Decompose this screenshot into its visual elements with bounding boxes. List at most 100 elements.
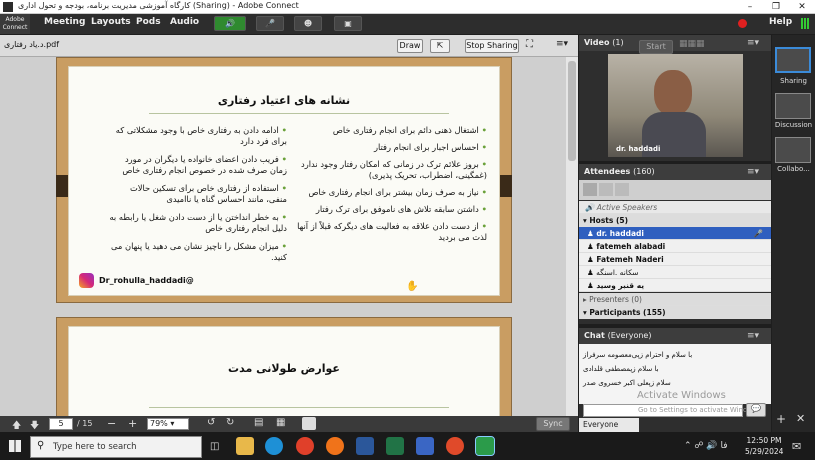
attendee-name: Fatemeh Naderi [596,255,664,264]
bullet-item: • استفاده از رفتاری خاص برای تسکین حالات… [129,183,287,204]
layout-collaboration-label[interactable]: Collabo... [772,165,815,173]
rotate-right-icon[interactable]: ↻ [226,417,234,428]
chat-recipient-tab[interactable]: Everyone [579,418,639,432]
list-view-icon[interactable] [583,183,597,196]
menu-audio[interactable]: Audio [170,17,199,27]
chat-input[interactable]: Go to Settings to activate Windows. [583,404,763,417]
title-bar: کارگاه آموزشی مدیریت برنامه، بودجه و تحو… [0,0,815,14]
stop-sharing-button[interactable]: Stop Sharing [465,39,519,53]
video-pod: Video (1) Start ▦▦▦ ≡▾ dr. haddadi [579,35,771,161]
attendee-row[interactable]: ♟ dr. haddadi 🎤 [579,227,771,240]
layout-collaboration-thumb[interactable] [775,137,811,163]
task-view-icon[interactable]: ◫ [210,441,219,452]
pointer-button[interactable]: ⇱ [430,39,450,53]
page-input[interactable]: 5 [49,418,73,430]
zoom-in-icon[interactable]: + [128,417,137,430]
pod-menu-icon[interactable]: ≡▾ [556,39,568,49]
participants-group[interactable]: ▾ Participants (155) [579,306,771,319]
slide-page: نشانه های اعتیاد رفتاری • اشتغال ذهنی دا… [68,66,500,296]
menu-layouts[interactable]: Layouts [91,17,131,27]
grid-view-icon[interactable] [599,183,613,196]
help-menu[interactable]: Help [769,17,792,27]
fit-page-icon[interactable]: ▤ [254,417,263,428]
bullet-text: از دست دادن علاقه به فعالیت های دیگرکه ق… [297,221,487,242]
close-rail-icon[interactable]: ✕ [796,412,805,425]
app-icon-red[interactable] [446,437,464,455]
windows-start-icon[interactable] [9,440,21,452]
adobe-connect-taskbar-icon[interactable] [475,436,495,456]
fit-width-icon[interactable]: ▦ [276,417,285,428]
attendee-row[interactable]: ♟ Fatemeh Naderi [579,253,771,266]
fullscreen-icon[interactable]: ⛶ [526,39,533,50]
menu-meeting[interactable]: Meeting [44,17,85,27]
chat-menu-icon[interactable]: ≡▾ [747,331,759,341]
scrollbar-thumb[interactable] [568,61,576,161]
bullet-text: فریب دادن اعضای خانواده یا دیگران در مور… [122,154,287,175]
user-status-icon[interactable]: ☻ [294,16,322,31]
hand-cursor-icon: ✋ [406,281,419,292]
bullet-text: نیاز به صرف زمان بیشتر برای انجام رفتاری… [308,187,479,197]
firefox-icon[interactable] [326,437,344,455]
clock[interactable]: 12:50 PM 5/29/2024 [745,436,783,456]
minimize-button[interactable]: – [737,0,763,14]
zoom-select[interactable]: 79% ▾ [147,418,189,430]
window-title: کارگاه آموزشی مدیریت برنامه، بودجه و تحو… [18,1,299,10]
right-column: • اشتغال ذهنی دائم برای انجام رفتاری خاص… [287,125,487,243]
rotate-left-icon[interactable]: ↺ [207,417,215,428]
speaker-button[interactable]: 🔊 [214,16,246,31]
attendee-row[interactable]: ♟ یه قنبر وسید [579,279,771,292]
video-count: (1) [612,38,624,47]
chat-message: با سلام زپمصطفی قلدادی [583,365,659,373]
file-explorer-icon[interactable] [236,437,254,455]
video-pod-header: Video (1) [579,35,771,51]
video-menu-icon[interactable]: ≡▾ [747,38,759,48]
record-icon[interactable] [738,19,747,28]
app-icon [3,2,13,12]
bullet-text: بروز علائم ترک در زمانی که امکان رفتار و… [301,159,487,180]
active-speakers-label: Active Speakers [596,203,658,212]
attendee-name: fatemeh alabadi [596,242,666,251]
active-speakers: 🔊 Active Speakers [579,201,771,214]
microphone-icon[interactable]: 🎤 [256,16,284,31]
video-title: Video [584,38,610,47]
video-feed[interactable]: dr. haddadi [608,54,743,157]
bullet-item: • اشتغال ذهنی دائم برای انجام رفتاری خاص [332,125,487,135]
add-layout-icon[interactable]: + [776,412,786,426]
word-icon[interactable] [356,437,374,455]
notification-icon[interactable]: ✉ [792,440,801,453]
attendees-menu-icon[interactable]: ≡▾ [747,167,759,177]
share-pod-header: د.یاد رفتاری.pdf Draw ⇱ Stop Sharing ⛶ ≡… [0,35,578,57]
sync-button[interactable]: Sync [536,417,570,431]
system-tray-icons[interactable]: ⌃ ☍ 🔊 فا [684,441,728,451]
logo-text: Adobe [5,16,25,23]
edge-icon[interactable] [265,437,283,455]
excel-icon[interactable] [386,437,404,455]
vertical-scrollbar[interactable] [566,57,578,416]
video-options-icon[interactable]: ▦▦▦ [679,39,705,49]
draw-button[interactable]: Draw [397,39,423,53]
maximize-button[interactable]: ❐ [763,0,789,14]
app-icon-blue[interactable] [416,437,434,455]
status-view-icon[interactable] [615,183,629,196]
hosts-group[interactable]: ▾ Hosts (5) [579,214,771,227]
layout-discussion-thumb[interactable] [775,93,811,119]
thumbnail-icon[interactable] [302,417,316,430]
send-chat-icon[interactable]: 💬 [746,403,766,417]
close-window-button[interactable]: ✕ [789,0,815,14]
layout-sharing-thumb[interactable] [775,47,811,73]
slide-title-2: عوارض طولانی مدت [228,362,340,375]
menu-pods[interactable]: Pods [136,17,161,27]
slide-page-2: عوارض طولانی مدت [68,326,500,416]
zoom-out-icon[interactable]: − [107,417,116,430]
attendee-row[interactable]: ♟ سکانه .اسنگه [579,266,771,279]
screen-share-icon[interactable]: ▣ [334,16,362,31]
attendee-row[interactable]: ♟ fatemeh alabadi [579,240,771,253]
start-video-button[interactable]: Start [639,40,673,54]
layout-sharing-label[interactable]: Sharing [772,77,815,85]
chrome-icon[interactable] [296,437,314,455]
document-viewer[interactable]: نشانه های اعتیاد رفتاری • اشتغال ذهنی دا… [0,57,578,416]
chat-scope: (Everyone) [607,331,652,340]
presenters-group[interactable]: ▸ Presenters (0) [579,293,771,306]
taskbar-search[interactable]: ⚲ Type here to search [30,436,202,458]
layout-discussion-label[interactable]: Discussion [772,121,815,129]
